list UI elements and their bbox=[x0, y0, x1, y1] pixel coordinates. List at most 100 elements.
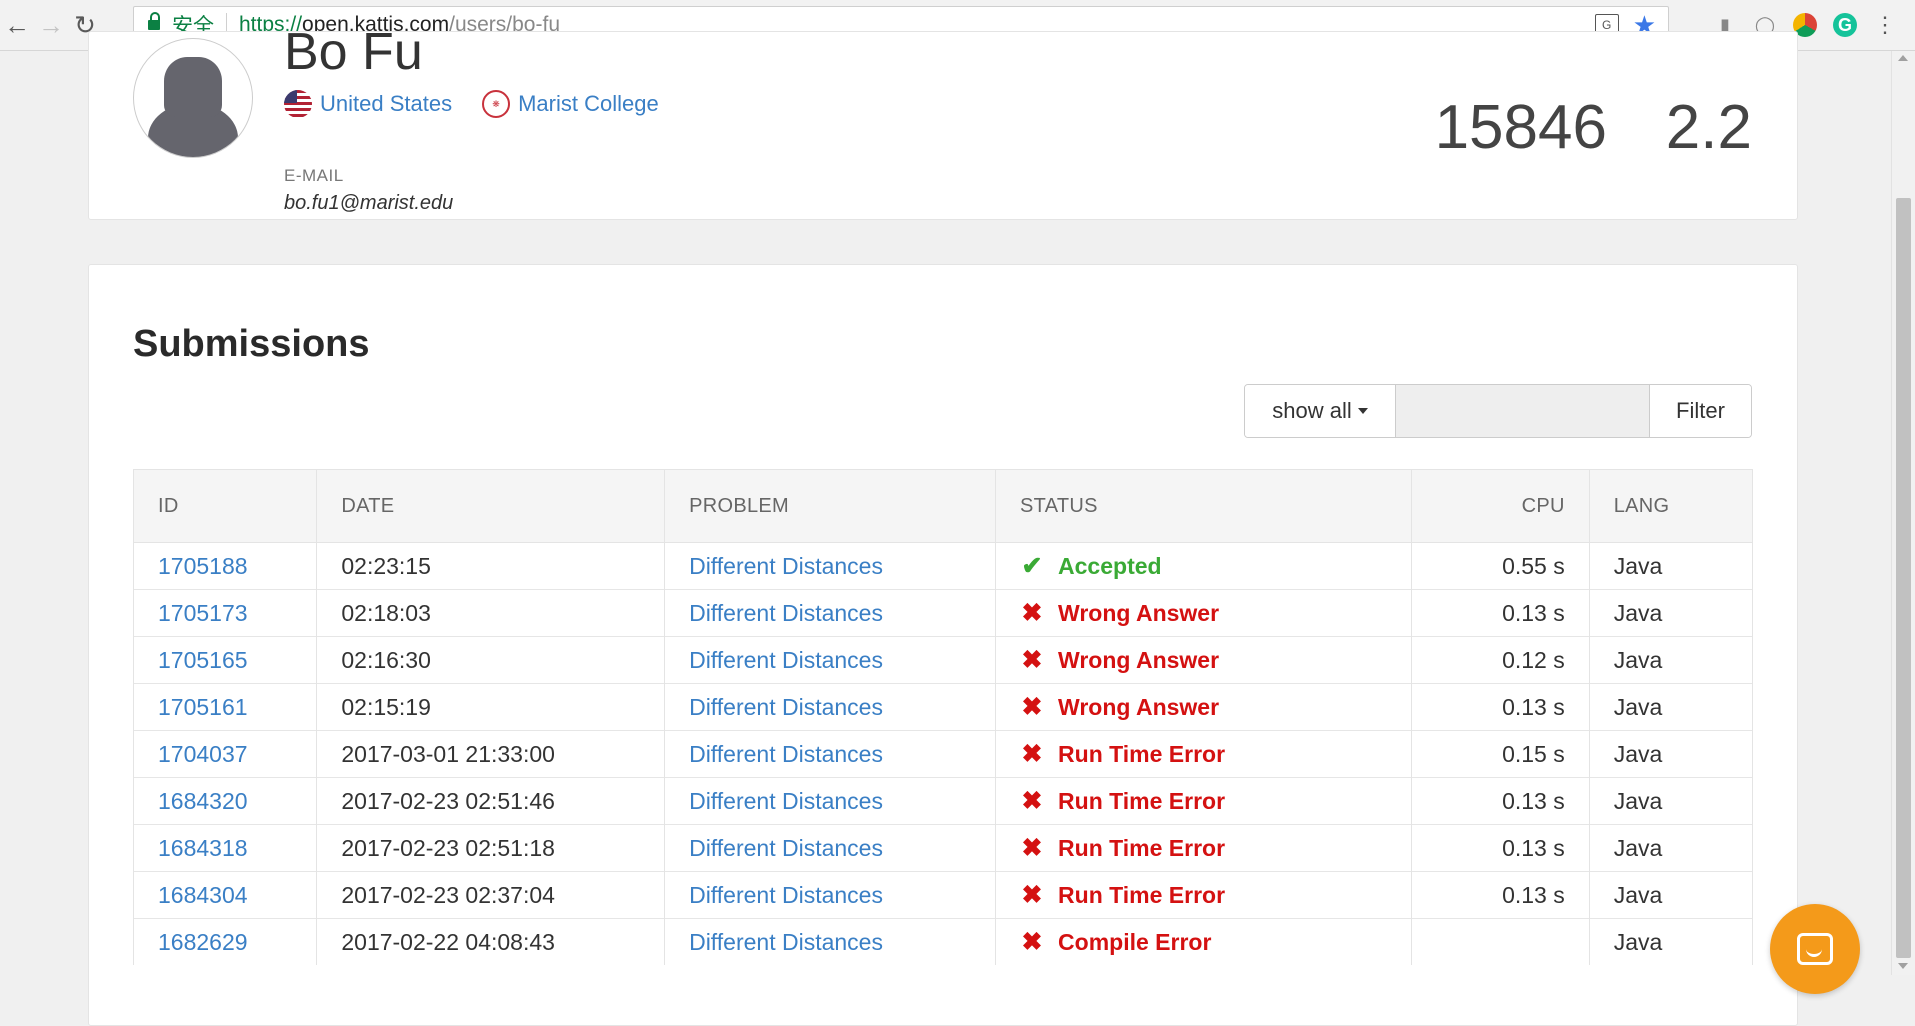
cpu-time: 0.55 s bbox=[1410, 542, 1590, 590]
column-header-status[interactable]: STATUS bbox=[995, 469, 1412, 543]
checkmark-icon: ✔ bbox=[1021, 552, 1043, 580]
problem-link[interactable]: Different Distances bbox=[689, 929, 883, 955]
avatar bbox=[133, 38, 253, 158]
language: Java bbox=[1588, 918, 1754, 965]
problem-link[interactable]: Different Distances bbox=[689, 741, 883, 767]
table-header-row: ID DATE PROBLEM STATUS CPU LANG bbox=[132, 469, 1754, 543]
grammarly-icon[interactable]: G bbox=[1833, 13, 1857, 37]
scroll-up-arrow-icon[interactable] bbox=[1898, 55, 1908, 61]
column-header-date[interactable]: DATE bbox=[316, 469, 666, 543]
cpu-time: 0.13 s bbox=[1410, 777, 1590, 825]
language: Java bbox=[1588, 589, 1754, 637]
status-badge: ✖ Run Time Error bbox=[1020, 833, 1387, 863]
problem-link[interactable]: Different Distances bbox=[689, 882, 883, 908]
submission-id-link[interactable]: 1684304 bbox=[158, 882, 248, 908]
cross-icon: ✖ bbox=[1021, 740, 1043, 768]
status-text: Run Time Error bbox=[1058, 834, 1226, 861]
status-badge: ✖ Run Time Error bbox=[1020, 880, 1387, 910]
status-filter-label: show all bbox=[1272, 398, 1352, 423]
submission-id-link[interactable]: 1684318 bbox=[158, 835, 248, 861]
status-badge: ✖ Run Time Error bbox=[1020, 739, 1387, 769]
submission-id-link[interactable]: 1705173 bbox=[158, 600, 248, 626]
submission-id-link[interactable]: 1705188 bbox=[158, 553, 248, 579]
submissions-card: Submissions show all Filter ID DATE PROB… bbox=[88, 264, 1798, 1026]
status-badge: ✖ Wrong Answer bbox=[1020, 692, 1387, 722]
submission-id-link[interactable]: 1682629 bbox=[158, 929, 248, 955]
status-badge: ✖ Wrong Answer bbox=[1020, 598, 1387, 628]
submission-date: 02:23:15 bbox=[316, 542, 666, 590]
language: Java bbox=[1588, 824, 1754, 872]
language: Java bbox=[1588, 730, 1754, 778]
table-row: 1705173 02:18:03 Different Distances ✖ Wrong… bbox=[132, 589, 1754, 637]
scroll-down-arrow-icon[interactable] bbox=[1898, 963, 1908, 969]
problem-link[interactable]: Different Distances bbox=[689, 553, 883, 579]
column-header-id[interactable]: ID bbox=[132, 469, 318, 543]
submissions-table: ID DATE PROBLEM STATUS CPU LANG 1705188 0… bbox=[132, 469, 1754, 965]
submission-date: 2017-02-22 04:08:43 bbox=[316, 918, 666, 965]
problem-link[interactable]: Different Distances bbox=[689, 600, 883, 626]
problem-link[interactable]: Different Distances bbox=[689, 835, 883, 861]
menu-icon[interactable]: ⋮ bbox=[1873, 12, 1897, 37]
table-row: 1705188 02:23:15 Different Distances ✔ Accep… bbox=[132, 542, 1754, 590]
language: Java bbox=[1588, 683, 1754, 731]
problem-link[interactable]: Different Distances bbox=[689, 647, 883, 673]
profile-card: Bo Fu United States ❋ Marist College E-M… bbox=[88, 23, 1798, 220]
cross-icon: ✖ bbox=[1021, 928, 1043, 956]
status-badge: ✔ Accepted bbox=[1020, 551, 1387, 581]
cpu-time: 0.13 s bbox=[1410, 871, 1590, 919]
status-text: Compile Error bbox=[1058, 928, 1212, 955]
status-badge: ✖ Compile Error bbox=[1020, 927, 1387, 957]
cpu-time bbox=[1410, 918, 1590, 965]
column-header-lang[interactable]: LANG bbox=[1588, 469, 1754, 543]
school-seal-icon: ❋ bbox=[482, 90, 511, 118]
submissions-title: Submissions bbox=[133, 323, 370, 365]
user-name: Bo Fu bbox=[284, 23, 423, 81]
scrollbar-thumb[interactable] bbox=[1896, 198, 1911, 958]
problem-link[interactable]: Different Distances bbox=[689, 788, 883, 814]
submission-id-link[interactable]: 1705161 bbox=[158, 694, 248, 720]
filter-group: show all Filter bbox=[1244, 384, 1752, 438]
cpu-time: 0.12 s bbox=[1410, 636, 1590, 684]
vertical-scrollbar[interactable] bbox=[1891, 51, 1915, 975]
table-row: 1705165 02:16:30 Different Distances ✖ Wrong… bbox=[132, 636, 1754, 684]
submission-id-link[interactable]: 1705165 bbox=[158, 647, 248, 673]
table-row: 1704037 2017-03-01 21:33:00 Different Dist… bbox=[132, 730, 1754, 778]
submission-date: 2017-02-23 02:51:46 bbox=[316, 777, 666, 825]
lock-icon bbox=[148, 12, 160, 32]
filter-input[interactable] bbox=[1396, 385, 1650, 437]
user-affiliation: United States ❋ Marist College bbox=[284, 90, 659, 118]
caret-down-icon bbox=[1357, 408, 1368, 414]
submission-id-link[interactable]: 1704037 bbox=[158, 741, 248, 767]
cross-icon: ✖ bbox=[1021, 646, 1043, 674]
column-header-problem[interactable]: PROBLEM bbox=[664, 469, 997, 543]
submission-date: 02:18:03 bbox=[316, 589, 666, 637]
status-text: Run Time Error bbox=[1058, 787, 1226, 814]
status-filter-dropdown[interactable]: show all bbox=[1245, 385, 1396, 437]
status-text: Accepted bbox=[1058, 552, 1162, 579]
column-header-cpu[interactable]: CPU bbox=[1410, 469, 1590, 543]
chat-launcher-button[interactable] bbox=[1770, 904, 1860, 994]
school-link[interactable]: Marist College bbox=[518, 91, 659, 117]
language: Java bbox=[1588, 636, 1754, 684]
cpu-time: 0.15 s bbox=[1410, 730, 1590, 778]
back-icon[interactable]: ← bbox=[0, 8, 34, 42]
submission-date: 02:15:19 bbox=[316, 683, 666, 731]
forward-icon[interactable]: → bbox=[34, 8, 68, 42]
status-text: Wrong Answer bbox=[1058, 693, 1220, 720]
us-flag-icon bbox=[284, 90, 312, 118]
rank-value: 2.2 bbox=[1665, 93, 1752, 162]
cpu-time: 0.13 s bbox=[1410, 589, 1590, 637]
table-row: 1705161 02:15:19 Different Distances ✖ Wrong… bbox=[132, 683, 1754, 731]
table-row: 1682629 2017-02-22 04:08:43 Different Dist… bbox=[132, 918, 1754, 965]
cross-icon: ✖ bbox=[1021, 787, 1043, 815]
country-link[interactable]: United States bbox=[320, 91, 452, 117]
email-value: bo.fu1@marist.edu bbox=[284, 192, 454, 214]
filter-button[interactable]: Filter bbox=[1650, 385, 1751, 437]
chat-icon bbox=[1797, 933, 1833, 965]
status-badge: ✖ Wrong Answer bbox=[1020, 645, 1387, 675]
status-badge: ✖ Run Time Error bbox=[1020, 786, 1387, 816]
status-text: Wrong Answer bbox=[1058, 646, 1220, 673]
problem-link[interactable]: Different Distances bbox=[689, 694, 883, 720]
submission-id-link[interactable]: 1684320 bbox=[158, 788, 248, 814]
status-text: Run Time Error bbox=[1058, 740, 1226, 767]
